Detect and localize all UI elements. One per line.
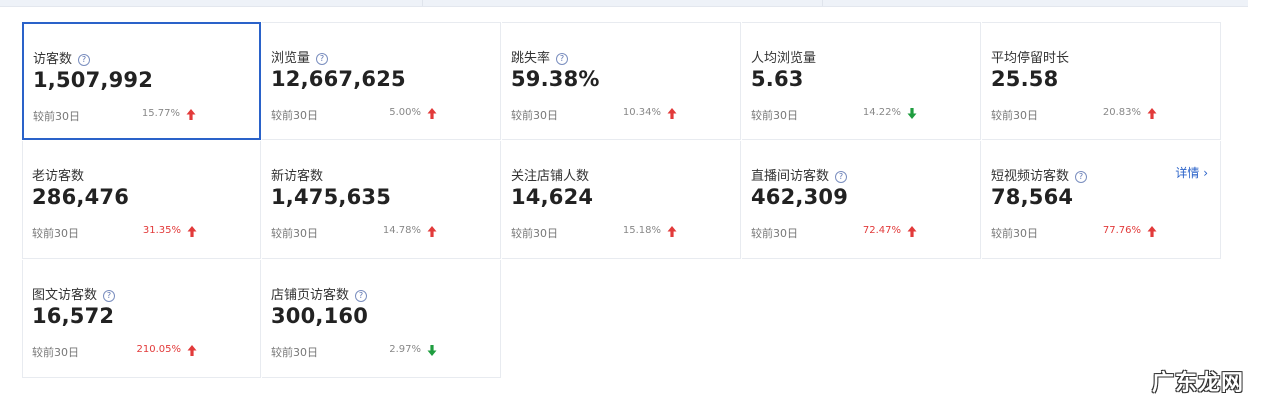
metric-label: 浏览量? (271, 47, 329, 66)
compare-label: 较前30日 (32, 346, 79, 359)
metric-label-text: 新访客数 (271, 169, 324, 184)
metric-label: 短视频访客数? (991, 165, 1088, 184)
compare-label: 较前30日 (991, 109, 1038, 122)
arrow-up-icon (1147, 223, 1157, 237)
change-percent: 10.34% (622, 107, 661, 118)
arrow-up-icon (667, 223, 677, 237)
metric-card[interactable]: 老访客数 286,476 较前30日 31.35% (22, 141, 261, 259)
metric-value: 14,624 (511, 185, 594, 209)
help-icon[interactable]: ? (835, 171, 848, 183)
change-percent: 14.22% (862, 107, 901, 118)
metric-label: 店铺页访客数? (271, 284, 368, 303)
help-icon[interactable]: ? (556, 53, 569, 65)
arrow-up-icon (427, 105, 437, 119)
change-percent: 210.05% (136, 344, 182, 355)
metric-card[interactable]: 访客数? 1,507,992 较前30日 15.77% (22, 22, 261, 140)
help-icon[interactable]: ? (1075, 171, 1088, 183)
metric-label-text: 访客数 (33, 52, 73, 67)
arrow-down-icon (427, 342, 437, 356)
compare-label: 较前30日 (751, 227, 798, 240)
metric-label: 图文访客数? (32, 284, 116, 303)
metric-card[interactable]: 店铺页访客数? 300,160 较前30日 2.97% (262, 260, 501, 378)
arrow-up-icon (186, 106, 196, 120)
change-percent: 72.47% (862, 225, 901, 236)
compare-label: 较前30日 (511, 227, 558, 240)
change-percent: 5.00% (389, 107, 421, 118)
metric-value: 16,572 (32, 304, 115, 328)
metric-label: 直播间访客数? (751, 165, 848, 184)
arrow-up-icon (667, 105, 677, 119)
metric-value: 286,476 (32, 185, 130, 209)
compare-label: 较前30日 (271, 346, 318, 359)
arrow-up-icon (907, 223, 917, 237)
change-percent: 77.76% (1102, 225, 1141, 236)
metric-label-text: 直播间访客数 (751, 169, 830, 184)
metric-card[interactable]: 短视频访客数? 78,564 较前30日 77.76% 详情 › (982, 141, 1221, 259)
help-icon[interactable]: ? (316, 53, 329, 65)
metric-label: 人均浏览量 (751, 47, 816, 66)
help-icon[interactable]: ? (78, 54, 91, 66)
compare-label: 较前30日 (271, 109, 318, 122)
detail-link[interactable]: 详情 › (1175, 164, 1208, 181)
metric-value: 5.63 (751, 67, 804, 91)
metric-value: 59.38% (511, 67, 600, 91)
metric-label: 平均停留时长 (991, 47, 1069, 66)
metric-value: 1,475,635 (271, 185, 392, 209)
metric-card[interactable]: 浏览量? 12,667,625 较前30日 5.00% (262, 22, 501, 140)
tab-divider (822, 0, 823, 6)
compare-label: 较前30日 (33, 110, 80, 123)
metric-value: 12,667,625 (271, 67, 406, 91)
metric-label-text: 跳失率 (511, 51, 551, 66)
metric-card[interactable]: 平均停留时长 25.58 较前30日 20.83% (982, 22, 1221, 140)
metric-value: 25.58 (991, 67, 1059, 91)
arrow-up-icon (187, 223, 197, 237)
metric-value: 462,309 (751, 185, 849, 209)
scrollbar-track[interactable] (1248, 0, 1270, 407)
change-percent: 14.78% (382, 225, 421, 236)
metric-label-text: 短视频访客数 (991, 169, 1070, 184)
arrow-up-icon (1147, 105, 1157, 119)
help-icon[interactable]: ? (103, 290, 116, 302)
metric-value: 300,160 (271, 304, 369, 328)
metric-label: 跳失率? (511, 47, 569, 66)
detail-link-text: 详情 (1175, 166, 1200, 180)
compare-label: 较前30日 (751, 109, 798, 122)
metric-label-text: 平均停留时长 (991, 51, 1070, 66)
change-percent: 2.97% (389, 344, 421, 355)
metric-label-text: 老访客数 (32, 169, 85, 184)
chevron-right-icon: › (1199, 166, 1208, 180)
compare-label: 较前30日 (991, 227, 1038, 240)
metric-label-text: 浏览量 (271, 51, 311, 66)
change-percent: 20.83% (1102, 107, 1141, 118)
metric-label-text: 关注店铺人数 (511, 169, 590, 184)
metric-card[interactable]: 图文访客数? 16,572 较前30日 210.05% (22, 260, 261, 378)
metric-card[interactable]: 新访客数 1,475,635 较前30日 14.78% (262, 141, 501, 259)
change-percent: 15.77% (141, 108, 180, 119)
metric-card[interactable]: 跳失率? 59.38% 较前30日 10.34% (502, 22, 741, 140)
metric-card[interactable]: 关注店铺人数 14,624 较前30日 15.18% (502, 141, 741, 259)
metric-value: 78,564 (991, 185, 1074, 209)
metric-label-text: 店铺页访客数 (271, 288, 350, 303)
watermark: 广东龙网 (1151, 371, 1244, 396)
metric-card[interactable]: 直播间访客数? 462,309 较前30日 72.47% (742, 141, 981, 259)
metric-label-text: 人均浏览量 (751, 51, 817, 66)
change-percent: 31.35% (142, 225, 181, 236)
tab-divider (422, 0, 423, 6)
compare-label: 较前30日 (32, 227, 79, 240)
metric-value: 1,507,992 (33, 68, 154, 92)
top-tab-strip (0, 0, 1248, 7)
compare-label: 较前30日 (271, 227, 318, 240)
metric-label: 新访客数 (271, 165, 323, 184)
arrow-down-icon (907, 105, 917, 119)
metric-label: 访客数? (33, 48, 91, 67)
arrow-up-icon (187, 342, 197, 356)
compare-label: 较前30日 (511, 109, 558, 122)
metric-card[interactable]: 人均浏览量 5.63 较前30日 14.22% (742, 22, 981, 140)
metric-label-text: 图文访客数 (32, 288, 98, 303)
metric-label: 老访客数 (32, 165, 84, 184)
arrow-up-icon (427, 223, 437, 237)
metric-label: 关注店铺人数 (511, 165, 589, 184)
change-percent: 15.18% (622, 225, 661, 236)
help-icon[interactable]: ? (355, 290, 368, 302)
